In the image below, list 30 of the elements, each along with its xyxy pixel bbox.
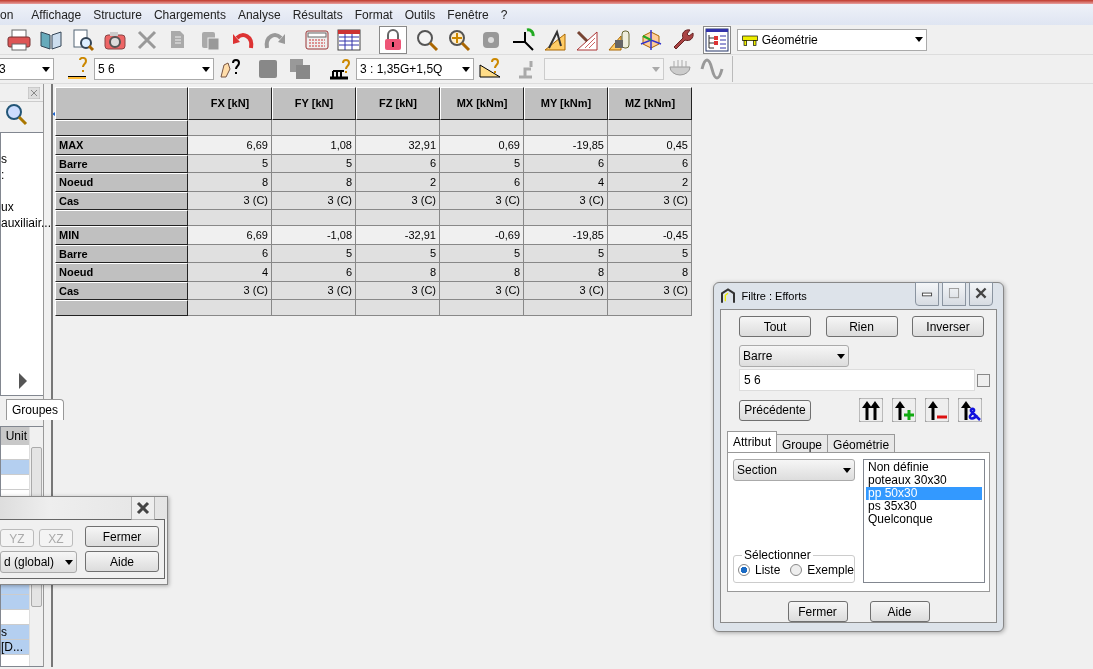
row-header: MAX [55, 136, 188, 155]
table-cell: -32,91 [356, 226, 440, 245]
table-cell: -0,45 [608, 226, 692, 245]
table-cell: 8 [524, 263, 608, 282]
table-cell: 4 [524, 173, 608, 192]
table-cell: 8 [608, 263, 692, 282]
table-cell: 8 [272, 173, 356, 192]
row-header: MIN [55, 226, 188, 245]
table-cell: 6 [272, 263, 356, 282]
table-cell: 6 [440, 173, 524, 192]
table-cell: -0,69 [440, 226, 524, 245]
table-cell: 8 [356, 263, 440, 282]
table-cell: 0,45 [608, 136, 692, 155]
table-cell: 0,69 [440, 136, 524, 155]
window-title: Filtre : Efforts [741, 288, 807, 304]
table-cell: -19,85 [524, 226, 608, 245]
table-cell: 2 [356, 173, 440, 192]
table-cell: -1,08 [272, 226, 356, 245]
row-header: Noeud [55, 173, 188, 192]
table-cell: 2 [608, 173, 692, 192]
table-cell: -19,85 [524, 136, 608, 155]
table-cell: 4 [188, 263, 272, 282]
table-cell: 1,08 [272, 136, 356, 155]
table-cell: 32,91 [356, 136, 440, 155]
group-title: Sélectionner [743, 549, 812, 561]
table-cell: 6,69 [188, 136, 272, 155]
table-cell: 8 [188, 173, 272, 192]
table-cell: 6,69 [188, 226, 272, 245]
row-header: Noeud [55, 263, 188, 282]
table-cell: 8 [440, 263, 524, 282]
